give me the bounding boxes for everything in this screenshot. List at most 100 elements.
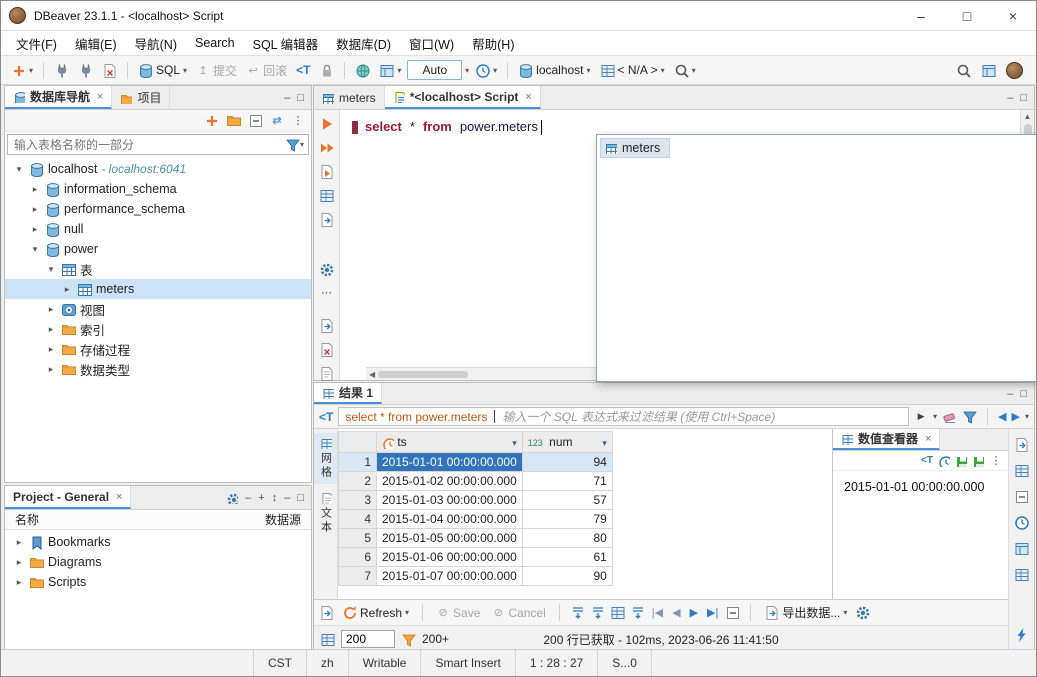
cell-num[interactable]: 61	[522, 548, 612, 567]
layout-panel-icon[interactable]	[1014, 567, 1029, 582]
cell-ts[interactable]: 2015-01-07 00:00:00.000	[377, 567, 523, 586]
menu-help[interactable]: 帮助(H)	[463, 31, 523, 56]
search-tool-button[interactable]: ▾	[671, 61, 699, 80]
delete-script-icon[interactable]	[319, 342, 334, 357]
menu-navigate[interactable]: 导航(N)	[126, 31, 186, 56]
clear-filter-icon[interactable]	[942, 409, 957, 424]
column-header-num[interactable]: 123 num ▾	[522, 432, 612, 453]
cell-num[interactable]: 79	[522, 510, 612, 529]
value-format-icon[interactable]: <T	[921, 455, 933, 466]
execute-new-tab-icon[interactable]	[319, 164, 334, 179]
new-connection-button[interactable]: ▾	[8, 61, 36, 80]
column-dropdown-icon[interactable]: ▾	[512, 438, 517, 449]
next-row-icon[interactable]: ▶	[688, 606, 700, 619]
collapse-icon[interactable]: ▸	[45, 364, 57, 375]
fetch-row-count-icon[interactable]	[610, 605, 625, 620]
value-panel-icon[interactable]	[1014, 437, 1029, 452]
close-tab-icon[interactable]: ×	[925, 433, 931, 445]
collapse-all-icon[interactable]	[248, 113, 263, 128]
project-item-scripts[interactable]: ▸ Scripts	[5, 572, 311, 592]
tab-project-general[interactable]: Project - General ×	[5, 486, 131, 509]
collapse-icon[interactable]: ▸	[29, 204, 41, 215]
tab-results-1[interactable]: 结果 1	[314, 383, 382, 404]
collapse-icon[interactable]: ▸	[13, 577, 25, 588]
new-folder-icon[interactable]	[226, 113, 241, 128]
lock-button[interactable]	[316, 61, 337, 80]
status-writable[interactable]: Writable	[348, 650, 421, 676]
execute-statement-icon[interactable]	[319, 116, 334, 131]
cell-ts[interactable]: 2015-01-05 00:00:00.000	[377, 529, 523, 548]
dbeaver-avatar-icon[interactable]	[1006, 62, 1023, 79]
status-caret-position[interactable]: 1 : 28 : 27	[515, 650, 597, 676]
cell-num[interactable]: 80	[522, 529, 612, 548]
execute-script-icon[interactable]	[319, 140, 334, 155]
tab-database-navigator[interactable]: 数据库导航 ×	[5, 86, 112, 109]
maximize-panel-icon[interactable]: □	[297, 92, 304, 104]
tree-item-views[interactable]: ▸ 视图	[5, 299, 311, 319]
dropdown-icon[interactable]: ▾	[183, 66, 187, 75]
row-number[interactable]: 6	[339, 548, 377, 567]
save-button[interactable]: ⊘ Save	[433, 603, 483, 623]
collapse-icon[interactable]: ▸	[13, 537, 25, 548]
commit-button[interactable]: ↥提交	[193, 60, 240, 81]
status-timezone[interactable]: CST	[253, 650, 306, 676]
expand-icon[interactable]: +	[258, 492, 264, 504]
first-row-icon[interactable]: |◀	[650, 606, 665, 619]
row-number[interactable]: 4	[339, 510, 377, 529]
references-panel-icon[interactable]	[1014, 541, 1029, 556]
menu-database[interactable]: 数据库(D)	[327, 31, 400, 56]
presentation-grid-tab[interactable]: 网格	[314, 433, 337, 484]
status-locale[interactable]: zh	[306, 650, 348, 676]
column-header-ts[interactable]: ts ▾	[377, 432, 523, 453]
column-dropdown-icon[interactable]: ▾	[602, 438, 607, 449]
open-in-editor-icon[interactable]	[319, 605, 334, 620]
previous-row-icon[interactable]: ◀	[670, 606, 682, 619]
export-from-query-icon[interactable]	[319, 212, 334, 227]
cell-ts[interactable]: 2015-01-02 00:00:00.000	[377, 472, 523, 491]
tab-script[interactable]: *<localhost> Script ×	[385, 86, 541, 109]
script-page-icon[interactable]	[319, 366, 334, 381]
collapse-icon[interactable]: ▸	[29, 184, 41, 195]
fetch-more-label[interactable]: 200+	[422, 632, 449, 646]
collapse-icon[interactable]: ▸	[29, 224, 41, 235]
expand-icon[interactable]: ▾	[13, 164, 25, 175]
connect-button[interactable]	[51, 61, 72, 80]
link-editor-icon[interactable]: ⇄	[270, 113, 284, 129]
column-datasource[interactable]: 数据源	[265, 511, 301, 528]
scroll-thumb[interactable]	[378, 371, 468, 378]
fetch-size-input[interactable]	[341, 630, 395, 648]
expand-icon[interactable]: ▾	[29, 244, 41, 255]
explain-plan-icon[interactable]	[319, 188, 334, 203]
tree-item-performance-schema[interactable]: ▸ performance_schema	[5, 199, 311, 219]
fetch-filter-icon[interactable]	[401, 632, 416, 647]
export-data-button[interactable]: 导出数据... ▾	[761, 602, 850, 623]
perspective-icon[interactable]	[981, 63, 996, 78]
sql-editor-button[interactable]: SQL▾	[135, 61, 190, 80]
menu-file[interactable]: 文件(F)	[7, 31, 66, 56]
menu-sql-editor[interactable]: SQL 编辑器	[244, 31, 328, 56]
filter-forward-icon[interactable]: ▶	[1012, 410, 1020, 423]
filter-back-icon[interactable]: ◀	[998, 410, 1006, 423]
disconnect-button[interactable]	[99, 61, 120, 80]
tree-item-null[interactable]: ▸ null	[5, 219, 311, 239]
sync-icon[interactable]: ↕	[272, 492, 278, 504]
tree-item-information-schema[interactable]: ▸ information_schema	[5, 179, 311, 199]
cell-ts[interactable]: 2015-01-01 00:00:00.000	[377, 453, 523, 472]
cell-ts[interactable]: 2015-01-04 00:00:00.000	[377, 510, 523, 529]
status-selection[interactable]: S...0	[597, 650, 652, 676]
transaction-log-button[interactable]: <T	[293, 61, 313, 79]
tree-item-tables-folder[interactable]: ▾ 表	[5, 259, 311, 279]
filter-expression-icon[interactable]: <T	[319, 410, 333, 424]
row-number[interactable]: 2	[339, 472, 377, 491]
row-number[interactable]: 5	[339, 529, 377, 548]
collapse-icon[interactable]: ▸	[13, 557, 25, 568]
collapse-icon[interactable]: ▸	[45, 344, 57, 355]
grid-corner-cell[interactable]	[339, 432, 377, 453]
menu-search[interactable]: Search	[186, 33, 244, 53]
cell-num[interactable]: 57	[522, 491, 612, 510]
fetch-next-page-icon[interactable]	[570, 605, 585, 620]
scroll-up-icon[interactable]: ▲	[1024, 112, 1032, 121]
calc-panel-icon[interactable]	[1014, 489, 1029, 504]
load-script-icon[interactable]	[319, 318, 334, 333]
more-actions-icon[interactable]: ⋯	[320, 286, 334, 299]
